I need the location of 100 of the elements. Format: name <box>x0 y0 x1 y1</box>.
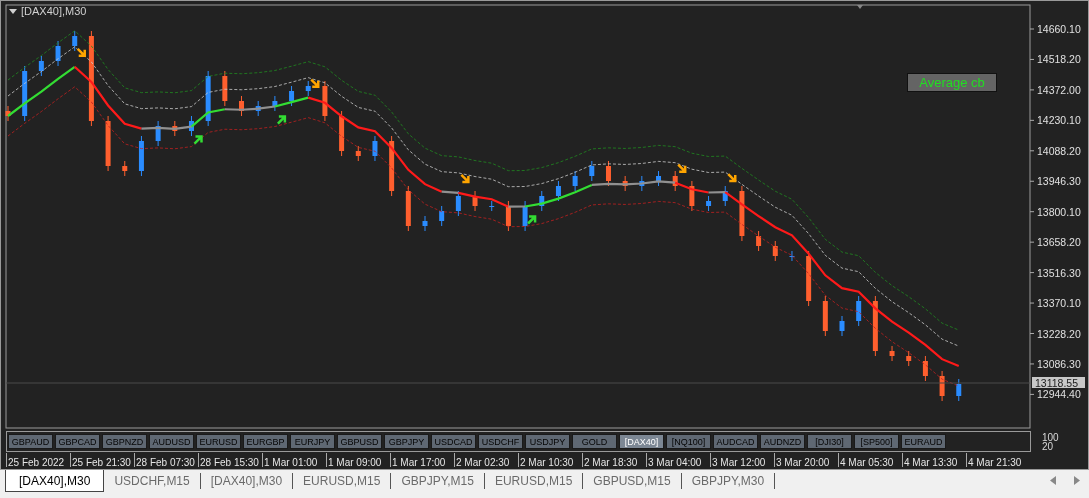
chart-tab[interactable]: USDCHF,M15 <box>104 473 201 489</box>
candle <box>205 70 211 127</box>
symbol-button[interactable]: EURAUD <box>901 434 946 449</box>
symbol-button[interactable]: [DJI30] <box>807 434 852 449</box>
candle <box>622 175 628 192</box>
candle <box>539 190 545 212</box>
candle <box>505 200 511 232</box>
candle <box>739 185 745 242</box>
candle <box>555 180 561 202</box>
candle <box>656 170 661 187</box>
chart-title: [DAX40],M30 <box>21 5 87 17</box>
candle <box>756 230 762 252</box>
chart-tab[interactable]: EURUSD,M15 <box>484 473 584 489</box>
candle <box>372 135 378 162</box>
chart-tab[interactable]: [DAX40],M30 <box>5 470 105 492</box>
down-arrow-icon <box>727 172 737 183</box>
shift-marker-icon[interactable] <box>857 5 863 9</box>
candle <box>422 215 428 232</box>
chart-tab[interactable]: GBPJPY,M15 <box>391 473 485 489</box>
scroll-left-icon[interactable] <box>1050 476 1056 485</box>
price-label: 13946.30 <box>1037 175 1081 188</box>
symbol-button[interactable]: [DAX40] <box>619 434 664 449</box>
candle <box>22 65 28 122</box>
candle <box>72 30 78 52</box>
average-button[interactable]: Average cb <box>907 73 997 92</box>
price-label: 14660.10 <box>1037 23 1081 35</box>
price-label: 13516.30 <box>1037 266 1081 279</box>
price-label: 13228.20 <box>1037 327 1081 340</box>
down-arrow-icon <box>76 47 86 58</box>
symbol-button[interactable]: AUDNZD <box>760 434 805 449</box>
candle <box>439 205 445 227</box>
candle <box>939 370 945 402</box>
chart-tab[interactable]: EURUSD,M15 <box>293 473 392 489</box>
scroll-right-icon[interactable] <box>1074 476 1080 485</box>
symbol-button[interactable]: EURJPY <box>290 434 335 449</box>
down-arrow-icon <box>310 78 320 88</box>
candle <box>355 145 361 162</box>
time-label: 28 Feb 07:30 <box>134 453 198 467</box>
candle <box>239 95 244 117</box>
symbol-button[interactable]: USDCHF <box>478 434 523 449</box>
price-label: 14088.20 <box>1037 144 1081 157</box>
candle <box>405 185 411 232</box>
chart-tab[interactable]: [DAX40],M30 <box>200 473 294 489</box>
candle <box>872 295 878 357</box>
candle <box>639 175 645 192</box>
candle <box>722 185 728 207</box>
time-label: 28 Feb 15:30 <box>198 453 262 467</box>
candle <box>305 80 311 97</box>
up-arrow-icon <box>276 115 287 125</box>
candle <box>55 40 61 67</box>
symbol-button[interactable]: GOLD <box>572 434 617 449</box>
symbol-button[interactable]: EURUSD <box>196 434 241 449</box>
up-arrow-icon <box>526 215 537 225</box>
down-arrow-icon <box>676 163 687 173</box>
price-label: 12944.40 <box>1037 388 1081 401</box>
candle <box>38 55 44 77</box>
symbol-button[interactable]: GBPJPY <box>384 434 429 449</box>
price-label: 13370.10 <box>1037 297 1081 310</box>
symbol-button[interactable]: GBPAUD <box>8 434 53 449</box>
chart-tab[interactable]: GBPJPY,M30 <box>681 473 776 489</box>
symbol-button[interactable]: [SP500] <box>854 434 899 449</box>
candle <box>172 120 178 137</box>
symbol-button[interactable]: AUDCAD <box>713 434 758 449</box>
symbol-button[interactable]: GBPCAD <box>55 434 100 449</box>
candle <box>122 160 128 177</box>
candle <box>272 95 278 112</box>
candle <box>105 115 111 172</box>
dropdown-icon[interactable] <box>9 8 17 14</box>
price-label: 14518.20 <box>1037 53 1081 66</box>
candle <box>906 350 912 367</box>
symbol-button[interactable]: AUDUSD <box>149 434 194 449</box>
price-label: 14230.10 <box>1037 114 1081 127</box>
symbol-button[interactable]: [NQ100] <box>666 434 711 449</box>
candle <box>789 250 795 262</box>
candle <box>606 160 611 187</box>
symbol-button[interactable]: GBPUSD <box>337 434 382 449</box>
scale-label: 20 <box>1042 442 1054 451</box>
symbol-button[interactable]: GBPNZD <box>102 434 147 449</box>
symbol-button[interactable]: USDJPY <box>525 434 570 449</box>
candle <box>189 115 194 137</box>
price-label: 13658.20 <box>1037 236 1081 249</box>
candle <box>772 240 778 262</box>
candle <box>822 295 828 337</box>
price-label: 13800.10 <box>1037 205 1081 218</box>
chart-tab[interactable]: GBPUSD,M15 <box>583 473 682 489</box>
symbol-button[interactable]: EURGBP <box>243 434 288 449</box>
candle <box>706 195 712 212</box>
candle <box>222 70 228 107</box>
symbol-button[interactable]: USDCAD <box>431 434 476 449</box>
candle <box>322 80 328 122</box>
candle <box>856 295 862 327</box>
scale-label: 100 <box>1042 433 1059 442</box>
candle <box>489 200 495 212</box>
candle <box>455 190 461 217</box>
candle <box>138 135 144 177</box>
candle <box>522 200 528 232</box>
up-arrow-icon <box>193 135 203 145</box>
candle <box>922 355 928 382</box>
candle <box>389 135 395 197</box>
price-label: 13086.30 <box>1037 357 1081 370</box>
